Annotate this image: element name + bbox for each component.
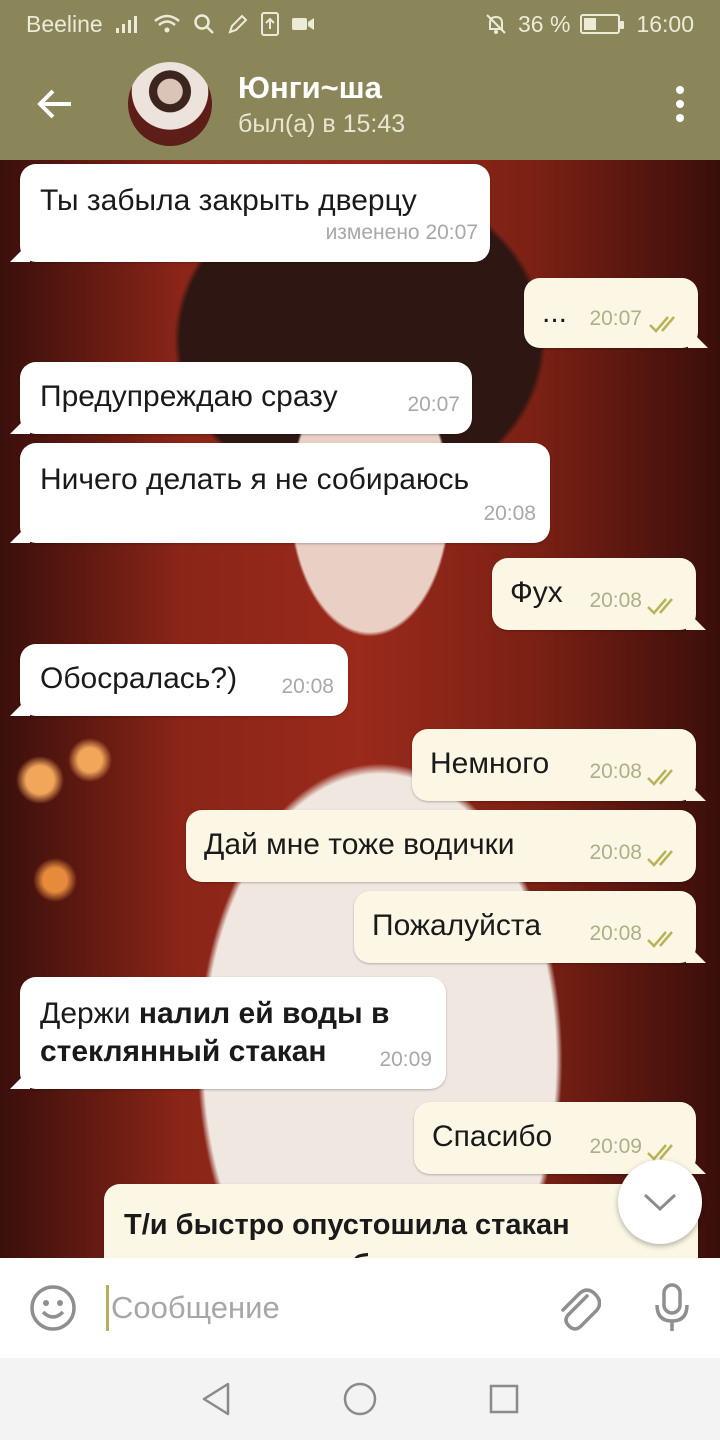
message-text: Держи налил ей воды в стеклянный стакан [40,995,426,1071]
message-text-bold: стеклянный стакан [40,1035,327,1068]
message-text: Т/и быстро опустошила стакан [124,1209,570,1241]
attach-button[interactable] [534,1258,624,1358]
pen-icon [227,13,249,35]
more-vertical-icon [676,86,684,94]
message-outgoing[interactable]: Дай мне тоже водички 20:08 [186,810,696,882]
message-text: так, что вода небольшими [124,1246,678,1258]
upload-icon [260,12,279,36]
peer-last-seen: был(а) в 15:43 [238,109,406,138]
message-outgoing[interactable]: Фух 20:08 [492,558,696,630]
message-incoming[interactable]: Ты забыла закрыть дверцу изменено 20:07 [20,164,490,262]
carrier-label: Beeline [26,10,103,37]
message-outgoing[interactable]: Немного 20:08 [412,729,696,801]
composer: Сообщение [0,1258,720,1358]
message-time: 20:07 [407,393,460,416]
nav-home-icon[interactable] [342,1381,378,1417]
peer-name: Юнги~ша [238,69,382,105]
wifi-icon [153,13,181,35]
message-time: 20:08 [589,589,642,612]
message-outgoing[interactable]: Пожалуйста 20:08 [354,891,696,963]
read-checks-icon [649,316,675,333]
read-checks-icon [647,1144,673,1161]
video-icon [291,15,315,33]
smile-icon [30,1285,76,1331]
message-outgoing[interactable]: ... 20:07 [524,278,698,348]
message-input-placeholder: Сообщение [111,1290,280,1325]
voice-record-button[interactable] [624,1258,720,1358]
message-text-bold: налил ей воды в [138,997,390,1030]
message-incoming[interactable]: Обосралась?) 20:08 [20,644,348,716]
nav-back-icon[interactable] [200,1382,232,1416]
message-time: 20:09 [379,1048,432,1071]
battery-percent: 36 % [518,10,571,37]
read-checks-icon [647,769,673,786]
text-cursor [106,1285,109,1331]
chat-header: Юнги~ша был(а) в 15:43 [0,48,720,160]
clock: 16:00 [636,10,694,37]
avatar[interactable] [128,62,212,146]
message-input[interactable]: Сообщение [106,1258,534,1358]
more-menu-button[interactable] [640,48,720,160]
message-incoming[interactable]: Предупреждаю сразу 20:07 [20,362,472,434]
message-text-plain: Держи [40,997,131,1030]
chat-history[interactable]: Ты забыла закрыть дверцу изменено 20:07 … [0,160,720,1258]
message-incoming[interactable]: Держи налил ей воды в стеклянный стакан 2… [20,977,446,1089]
read-checks-icon [647,850,673,867]
message-incoming[interactable]: Ничего делать я не собираюсь 20:08 [20,443,550,543]
search-icon [193,13,215,35]
message-time: 20:09 [589,1135,642,1158]
message-time: изменено 20:07 [325,221,478,244]
status-bar: Beeline 36 % 16:00 [0,0,720,48]
message-text: Ничего делать я не собираюсь [40,463,470,496]
nav-recents-icon[interactable] [488,1383,520,1415]
chevron-down-icon [643,1193,677,1212]
message-time: 20:08 [281,675,334,698]
read-checks-icon [647,931,673,948]
message-outgoing[interactable]: Т/и быстро опустошила стакан так, что во… [104,1184,698,1258]
mute-icon [484,12,508,36]
microphone-icon [655,1283,689,1331]
emoji-button[interactable] [0,1258,106,1358]
battery-icon [580,14,625,34]
message-time: 20:08 [589,760,642,783]
message-time: 20:08 [589,841,642,864]
arrow-left-icon [37,89,71,119]
message-time: 20:08 [483,502,536,525]
system-nav-bar [0,1358,720,1440]
read-checks-icon [647,598,673,615]
message-text: Предупреждаю сразу [40,380,338,413]
paperclip-icon [561,1288,601,1331]
battery-fill [584,18,596,30]
message-time: 20:07 [589,307,642,330]
back-button[interactable] [0,48,110,160]
scroll-down-button[interactable] [618,1160,702,1244]
signal-icon [115,14,141,34]
peer-info[interactable]: Юнги~ша был(а) в 15:43 [238,70,405,139]
message-time: 20:08 [589,922,642,945]
